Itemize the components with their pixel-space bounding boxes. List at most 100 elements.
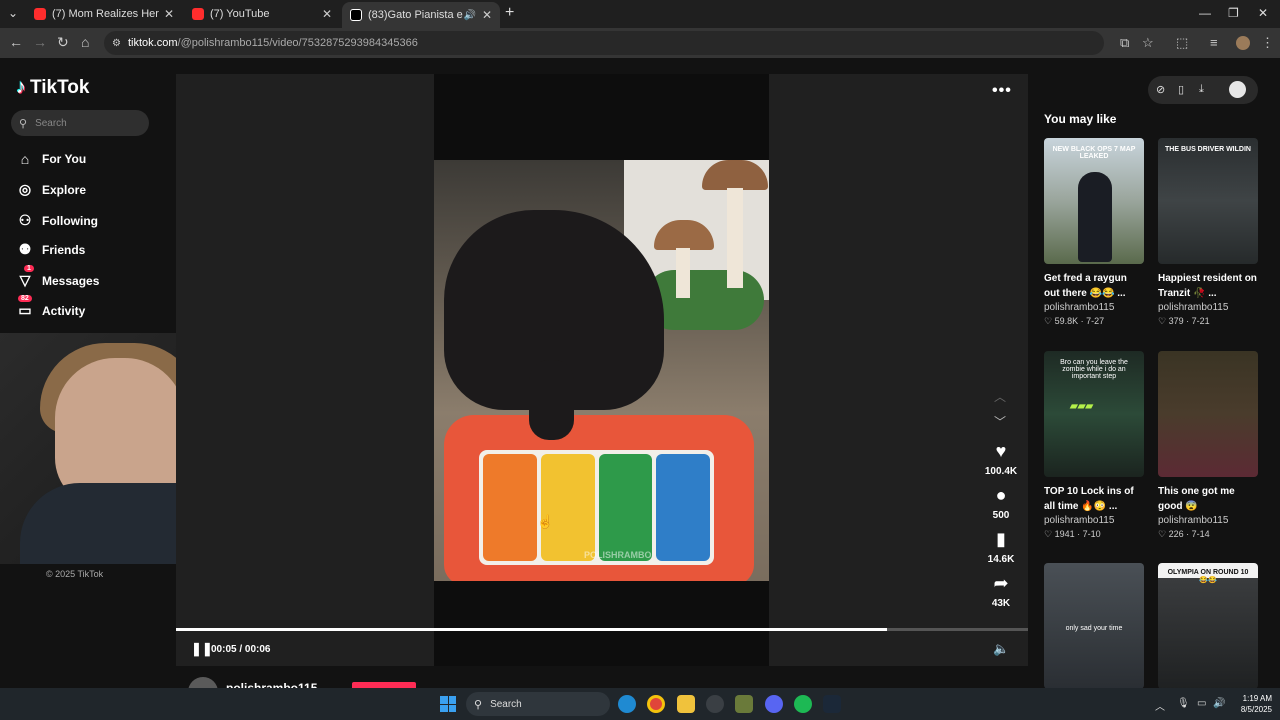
close-icon[interactable]: ✕ — [482, 8, 492, 22]
recommendation-card[interactable]: This one got me good 😨 #jumpscar... poli… — [1158, 351, 1258, 541]
microphone-icon[interactable]: 🎙 — [1177, 698, 1190, 709]
download-icon[interactable]: ⤓ — [1199, 83, 1204, 96]
share-icon: ➦ — [993, 573, 1009, 593]
search-placeholder: Search — [35, 117, 67, 129]
recommendation-title[interactable]: Happiest resident on Tranzit 🥀 ... — [1158, 271, 1258, 301]
recommendation-author[interactable]: polishrambo115 — [1158, 514, 1258, 528]
recommendation-title[interactable]: This one got me good 😨 #jumpscar... — [1158, 484, 1258, 514]
sidebar-item-explore[interactable]: ◎ Explore — [16, 181, 86, 198]
recommendation-card[interactable]: OLYMPIA ON ROUND 10 😂😂 — [1158, 563, 1258, 689]
back-icon[interactable]: ← — [9, 34, 23, 50]
close-window-button[interactable]: ✕ — [1258, 6, 1268, 20]
device-icon[interactable]: ▯ — [1178, 83, 1184, 96]
share-count: 43K — [991, 598, 1011, 609]
tab-search-icon[interactable]: ⌄ — [8, 6, 18, 20]
xylophone-key — [656, 454, 710, 561]
bookmark-star-icon[interactable]: ☆ — [1142, 35, 1154, 51]
recommendation-author[interactable]: polishrambo115 — [1044, 301, 1144, 315]
comment-icon: ● — [995, 485, 1007, 505]
recommendation-card[interactable]: only sad your time — [1044, 563, 1144, 689]
pointer-hand-icon: ☝ — [537, 514, 554, 529]
recommendation-thumbnail[interactable]: THE BUS DRIVER WILDIN — [1158, 138, 1258, 264]
recommendation-card[interactable]: THE BUS DRIVER WILDIN Happiest resident … — [1158, 138, 1258, 328]
site-info-icon[interactable]: ⚙ — [112, 38, 121, 49]
recommendation-likes: 59.8K — [1054, 316, 1079, 326]
recommendation-title[interactable]: TOP 10 Lock ins of all time 🔥😳 ... — [1044, 484, 1144, 514]
close-icon[interactable]: ✕ — [164, 7, 174, 21]
recommendation-card[interactable]: NEW BLACK OPS 7 MAP LEAKED Get fred a ra… — [1044, 138, 1144, 328]
volume-icon[interactable]: 🔊 — [1213, 698, 1225, 709]
discord-icon[interactable] — [765, 695, 783, 713]
video-progress-bar[interactable] — [176, 628, 1028, 631]
clock-date: 8/5/2025 — [1240, 705, 1272, 714]
profile-avatar[interactable] — [1229, 81, 1246, 98]
close-icon[interactable]: ✕ — [322, 7, 332, 21]
pause-icon[interactable]: ❚❚ — [191, 641, 213, 657]
recommendation-title[interactable]: Get fred a raygun out there 😂😂 ... — [1044, 271, 1144, 301]
activity-badge: 82 — [18, 295, 32, 302]
windows-start-icon[interactable] — [440, 696, 456, 712]
sidebar-item-friends[interactable]: ⚉ Friends — [16, 241, 86, 258]
new-tab-button[interactable]: + — [505, 4, 514, 22]
thumbnail-caption: OLYMPIA ON ROUND 10 😂😂 — [1167, 569, 1249, 584]
recommendation-author[interactable]: polishrambo115 — [1158, 301, 1258, 315]
share-button[interactable]: ➦ 43K — [980, 573, 1022, 609]
sidebar-item-activity[interactable]: ▭ 82 Activity — [16, 295, 85, 319]
sidebar-item-for-you[interactable]: ⌂ For You — [16, 151, 86, 167]
recommendation-thumbnail[interactable]: OLYMPIA ON ROUND 10 😂😂 — [1158, 563, 1258, 689]
recommendation-thumbnail[interactable] — [1158, 351, 1258, 477]
menu-icon[interactable]: ⋮ — [1261, 35, 1274, 51]
steam-icon[interactable] — [823, 695, 841, 713]
clock-time: 1:19 AM — [1242, 694, 1272, 703]
taskbar-clock[interactable]: 1:19 AM 8/5/2025 — [1232, 693, 1272, 715]
recommendation-thumbnail[interactable]: NEW BLACK OPS 7 MAP LEAKED — [1044, 138, 1144, 264]
recommendation-thumbnail[interactable]: only sad your time — [1044, 563, 1144, 689]
comment-button[interactable]: ● 500 — [980, 485, 1022, 521]
more-options-icon[interactable]: ••• — [992, 82, 1012, 100]
messages-badge: 1 — [24, 265, 34, 272]
xylophone-key — [483, 454, 537, 561]
sidebar-item-label: For You — [42, 152, 87, 166]
home-icon[interactable]: ⌂ — [81, 34, 89, 50]
tab-tiktok-active[interactable]: (83)Gato Pianista en Call of 🔊 ✕ — [342, 2, 500, 28]
previous-video-icon[interactable]: ︿ — [994, 388, 1006, 405]
extensions-icon[interactable]: ⬚ — [1176, 35, 1188, 51]
save-button[interactable]: ▮ 14.6K — [980, 529, 1022, 565]
volume-icon[interactable]: 🔈 — [993, 641, 1009, 657]
network-icon[interactable]: ▭ — [1197, 698, 1206, 709]
app-icon[interactable] — [706, 695, 724, 713]
minecraft-icon[interactable] — [735, 695, 753, 713]
video-frame[interactable]: POLISHRAMBO — [434, 160, 769, 581]
tray-overflow-icon[interactable]: ︿ — [1155, 698, 1165, 713]
speaker-icon[interactable]: 🔊 — [463, 10, 475, 21]
sidebar-item-following[interactable]: ⚇ Following — [16, 212, 98, 229]
tab-youtube[interactable]: (7) YouTube ✕ — [184, 4, 340, 24]
like-button[interactable]: ♥ 100.4K — [980, 441, 1022, 477]
next-video-icon[interactable]: ﹀ — [994, 413, 1006, 430]
taskbar-search[interactable]: ⚲ Search — [466, 692, 610, 716]
forward-icon[interactable]: → — [33, 34, 47, 50]
recommendation-date: 7-27 — [1086, 316, 1105, 326]
thumbnail-caption: THE BUS DRIVER WILDIN — [1165, 146, 1251, 153]
sidebar-item-messages[interactable]: ▽ 1 Messages — [16, 265, 99, 289]
reload-icon[interactable]: ↻ — [57, 34, 69, 51]
media-control-icon[interactable]: ≡ — [1210, 35, 1218, 50]
spotify-icon[interactable] — [794, 695, 812, 713]
recommendation-thumbnail[interactable]: Bro can you leave the zombie while i do … — [1044, 351, 1144, 477]
minimize-button[interactable]: — — [1199, 6, 1211, 20]
search-input[interactable]: ⚲ Search — [11, 110, 149, 136]
edge-icon[interactable] — [618, 695, 636, 713]
video-mushroom-stem — [727, 188, 743, 288]
profile-avatar[interactable] — [1236, 36, 1250, 50]
file-explorer-icon[interactable] — [677, 695, 695, 713]
thumbnail-person — [1078, 172, 1112, 262]
tab-youtube-mom[interactable]: (7) Mom Realizes Her Son is a N ✕ — [26, 4, 182, 24]
recommendation-card[interactable]: Bro can you leave the zombie while i do … — [1044, 351, 1144, 541]
chrome-icon[interactable] — [647, 695, 665, 713]
restore-button[interactable]: ❐ — [1228, 6, 1239, 20]
coins-icon[interactable]: ⊘ — [1156, 83, 1165, 96]
recommendation-author[interactable]: polishrambo115 — [1044, 514, 1144, 528]
cast-icon[interactable]: ⧉ — [1120, 35, 1129, 51]
tiktok-logo[interactable]: ♪ TikTok — [16, 76, 89, 99]
url-bar[interactable]: ⚙ tiktok.com/@polishrambo115/video/75328… — [104, 31, 1104, 55]
